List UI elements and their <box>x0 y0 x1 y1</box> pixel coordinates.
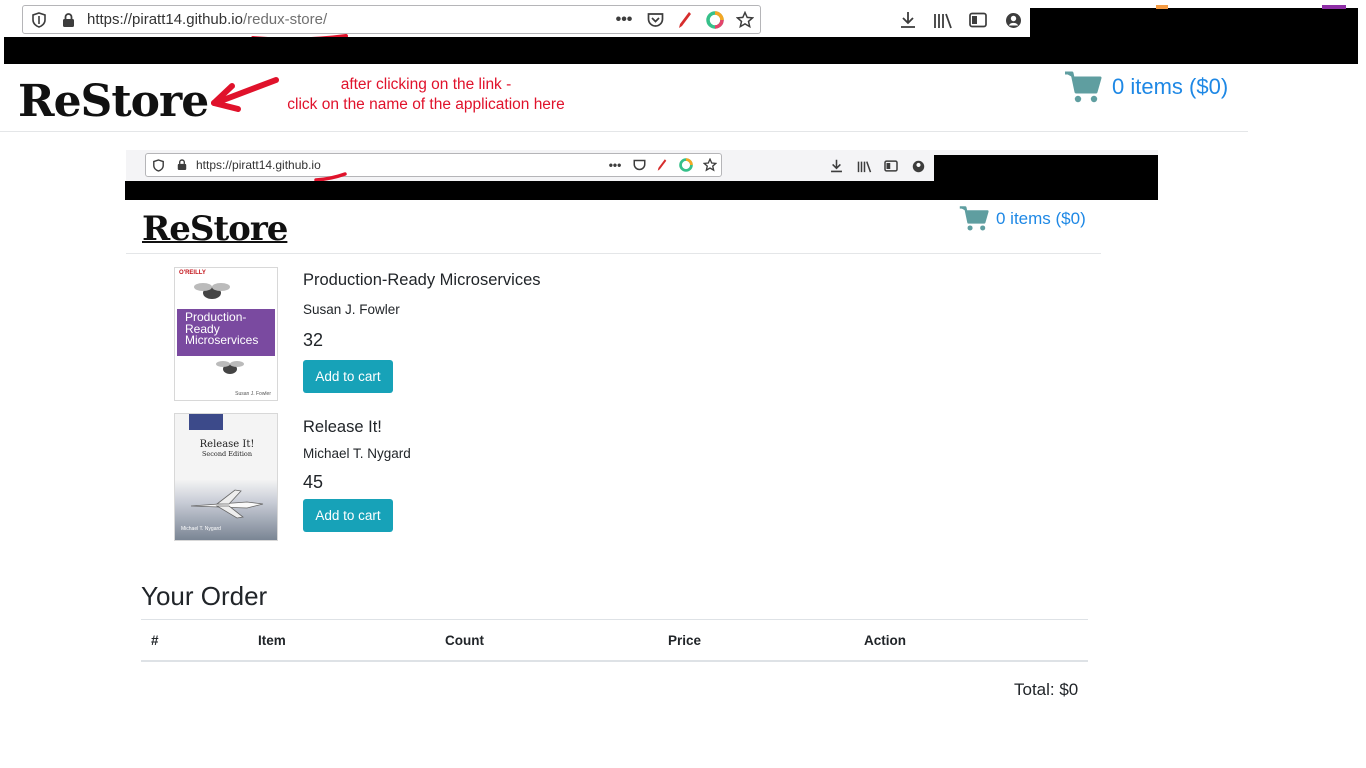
inner-shield-icon <box>152 157 165 173</box>
outer-brand-logo[interactable]: ReStore <box>18 74 209 130</box>
column-header-action: Action <box>864 633 906 648</box>
cover-publisher-banner <box>189 414 223 430</box>
pen-extension-icon[interactable] <box>675 10 695 30</box>
order-total: Total: $0 <box>1014 680 1079 699</box>
inner-address-bar[interactable]: https://piratt14.github.io ••• <box>145 153 722 177</box>
book-author: Susan J. Fowler <box>303 302 400 317</box>
inner-shopping-cart-icon <box>959 206 989 231</box>
inner-cart-summary: 0 items ($0) <box>996 208 1086 228</box>
address-bar[interactable]: https://piratt14.github.io/redux-store/ … <box>22 5 761 34</box>
redacted-bookmarks-bar <box>4 37 1358 64</box>
cover-subtitle: Second Edition <box>201 450 253 458</box>
add-to-cart-button[interactable]: Add to cart <box>303 499 393 532</box>
download-icon[interactable] <box>898 9 918 31</box>
tab-accent-purple <box>1322 5 1346 9</box>
inner-color-wheel-icon <box>678 156 694 174</box>
book-price: 32 <box>303 330 324 350</box>
cover-title-line-3: Microservices <box>185 333 259 347</box>
annotation-line-2: click on the name of the application her… <box>287 96 565 113</box>
cover-publisher: O'REILLY <box>179 270 206 276</box>
outer-cart-summary: 0 items ($0) <box>1112 74 1229 99</box>
column-header-count: Count <box>445 633 484 648</box>
cover-title-band: Production- Ready Microservices <box>177 309 275 356</box>
inner-download-icon <box>828 157 844 175</box>
cover-author: Susan J. Fowler <box>235 391 271 397</box>
book-title: Production-Ready Microservices <box>303 271 541 289</box>
color-wheel-extension-icon[interactable] <box>705 10 725 30</box>
inner-sidebar-icon <box>883 157 899 175</box>
book-author: Michael T. Nygard <box>303 446 411 461</box>
outer-cart-link[interactable]: 0 items ($0) <box>1064 70 1228 104</box>
inner-pocket-icon <box>631 157 647 173</box>
inner-library-icon <box>855 157 873 175</box>
order-heading: Your Order <box>141 581 268 611</box>
cover-title: Release It! <box>199 439 255 450</box>
add-to-cart-button[interactable]: Add to cart <box>303 360 393 393</box>
annotation-text: after clicking on the link - click on th… <box>256 75 596 115</box>
shopping-cart-icon <box>1065 71 1102 103</box>
inner-url-text: https://piratt14.github.io <box>196 158 321 172</box>
book-title: Release It! <box>303 418 382 436</box>
star-bookmark-icon[interactable] <box>735 10 755 30</box>
more-actions-icon[interactable]: ••• <box>613 10 635 30</box>
sidebar-icon[interactable] <box>968 9 988 31</box>
book-cover-microservices[interactable]: O'REILLY Production- Ready Microservices… <box>174 267 278 401</box>
inner-header-divider <box>126 253 1101 254</box>
cover-author: Michael T. Nygard <box>181 526 221 532</box>
inner-more-icon: ••• <box>608 158 622 172</box>
account-icon[interactable] <box>1003 9 1023 31</box>
inner-redacted-bookmarks <box>125 181 1158 200</box>
lock-icon[interactable] <box>60 11 76 29</box>
inner-account-icon <box>910 157 926 175</box>
url-path: /redux-store/ <box>242 11 328 28</box>
cover-jet-illustration <box>190 489 264 519</box>
inner-redacted-block <box>934 155 1158 181</box>
pocket-icon[interactable] <box>645 11 665 29</box>
column-header-price: Price <box>668 633 702 648</box>
annotation-line-1: after clicking on the link - <box>340 76 512 93</box>
inner-lock-icon <box>175 157 188 173</box>
cover-fly-illustration <box>194 283 230 299</box>
order-table-header-border <box>141 660 1088 662</box>
column-header-item: Item <box>258 633 286 648</box>
book-cover-release-it[interactable]: Release It! Second Edition Michael T. Ny… <box>174 413 278 541</box>
library-icon[interactable] <box>932 9 954 31</box>
outer-header-divider <box>0 131 1248 132</box>
inner-cart-link[interactable]: 0 items ($0) <box>959 205 1086 232</box>
shield-icon[interactable] <box>31 11 47 29</box>
url-host: https://piratt14.github.io <box>87 11 243 28</box>
inner-brand-logo[interactable]: ReStore <box>142 208 288 250</box>
redacted-block <box>1030 8 1358 38</box>
cover-fly-illustration-2 <box>216 361 244 374</box>
url-text[interactable]: https://piratt14.github.io/redux-store/ <box>87 11 327 28</box>
book-price: 45 <box>303 472 324 492</box>
inner-star-icon <box>702 156 718 174</box>
inner-pen-icon <box>654 156 670 174</box>
column-header-number: # <box>151 633 159 648</box>
order-table-top-border <box>141 619 1088 620</box>
tab-accent-orange <box>1156 5 1168 9</box>
